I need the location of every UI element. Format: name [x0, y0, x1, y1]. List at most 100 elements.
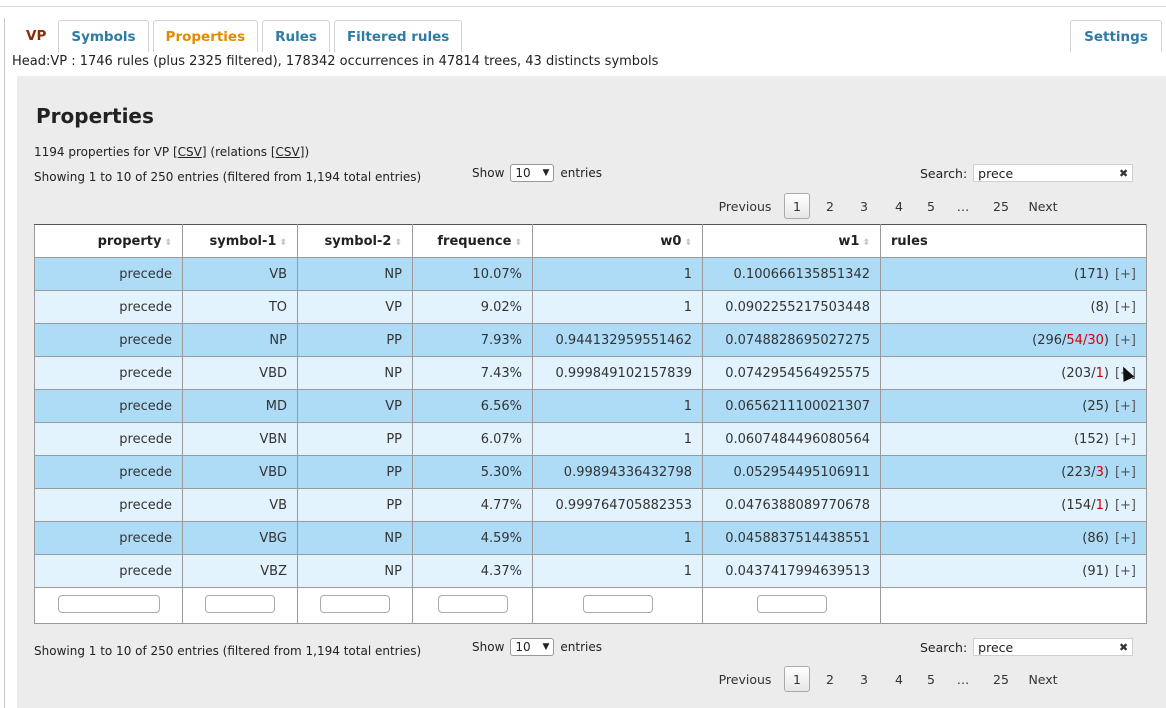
cell-rules: (223/3) [+]: [880, 455, 1147, 489]
cell-symbol-2: PP: [297, 422, 413, 456]
pagination-ellipsis: …: [956, 198, 970, 214]
tab-symbols[interactable]: Symbols: [58, 20, 149, 52]
tab-settings[interactable]: Settings: [1070, 20, 1162, 52]
page-length-value: 10: [515, 640, 531, 654]
next-button[interactable]: Next: [1018, 193, 1068, 219]
col-header-symbol-2[interactable]: symbol-2 ⬍: [297, 224, 413, 258]
cell-w1: 0.0742954564925575: [702, 356, 881, 390]
table-body: precede VB NP 10.07% 1 0.100666135851342 (171)…: [34, 257, 1147, 588]
filter-input-symbol-2[interactable]: [320, 594, 390, 613]
filter-row: [34, 587, 1147, 624]
tab-rules[interactable]: Rules: [262, 20, 330, 52]
expand-rules-link[interactable]: [+]: [1115, 564, 1136, 579]
page-length-select-bottom[interactable]: 10 ▼: [510, 638, 555, 656]
page-button-2[interactable]: 2: [810, 666, 850, 692]
search-input-bottom[interactable]: prece ✖: [973, 638, 1134, 656]
previous-button[interactable]: Previous: [706, 193, 784, 219]
page-button-1[interactable]: 1: [784, 193, 810, 219]
expand-rules-link[interactable]: [+]: [1115, 465, 1136, 480]
clear-icon[interactable]: ✖: [1119, 167, 1128, 180]
cell-symbol-2: VP: [297, 290, 413, 324]
properties-table: property ⬍ symbol-1 ⬍ symbol-2 ⬍ frequence ⬍…: [34, 224, 1147, 624]
expand-rules-link[interactable]: [+]: [1115, 267, 1136, 282]
page-button-4[interactable]: 4: [878, 193, 920, 219]
col-header-label: w1: [838, 233, 860, 249]
filter-input-w1[interactable]: [756, 594, 827, 613]
filter-input-w0[interactable]: [582, 594, 653, 613]
col-header-label: w0: [660, 233, 682, 249]
cell-w0: 0.944132959551462: [532, 323, 703, 357]
expand-rules-link[interactable]: [+]: [1115, 531, 1136, 546]
cell-w0: 1: [532, 422, 703, 456]
tab-properties[interactable]: Properties: [152, 20, 259, 52]
rules-count: 152: [1079, 431, 1104, 447]
cell-symbol-1: VB: [182, 257, 298, 291]
filter-input-symbol-1[interactable]: [205, 594, 275, 613]
col-header-frequence[interactable]: frequence ⬍: [412, 224, 533, 258]
col-header-label: property: [97, 233, 162, 249]
cell-frequence: 6.56%: [412, 389, 533, 423]
cell-property: precede: [34, 521, 183, 555]
cell-frequence: 10.07%: [412, 257, 533, 291]
csv-link[interactable]: CSV: [178, 145, 202, 159]
filter-input-property[interactable]: [57, 594, 160, 613]
cell-property: precede: [34, 422, 183, 456]
cell-property: precede: [34, 257, 183, 291]
page-button-3[interactable]: 3: [850, 193, 878, 219]
table-row: precede VBN PP 6.07% 1 0.0607484496080564 (152…: [34, 422, 1147, 456]
search-input[interactable]: prece ✖: [973, 164, 1134, 182]
col-header-label: rules: [891, 233, 928, 249]
table-row: precede MD VP 6.56% 1 0.0656211100021307 (25)[…: [34, 389, 1147, 423]
cell-symbol-1: VBZ: [182, 554, 298, 588]
cell-symbol-1: NP: [182, 323, 298, 357]
page-button-4[interactable]: 4: [878, 666, 920, 692]
page-title: Properties: [36, 104, 154, 128]
rules-count: 203: [1066, 365, 1092, 381]
top-divider: [0, 6, 1166, 7]
table-info-top: Showing 1 to 10 of 250 entries (filtered…: [34, 170, 422, 184]
tab-vp[interactable]: VP: [18, 20, 55, 52]
cell-w0: 1: [532, 521, 703, 555]
col-header-w0[interactable]: w0 ⬍: [532, 224, 703, 258]
expand-rules-link[interactable]: [+]: [1115, 333, 1136, 348]
cell-rules: (86) [+]: [880, 521, 1147, 555]
clear-icon[interactable]: ✖: [1119, 641, 1128, 654]
col-header-symbol-1[interactable]: symbol-1 ⬍: [182, 224, 298, 258]
page-button-25[interactable]: 25: [984, 666, 1018, 692]
rules-filtered-count: 54/30: [1066, 332, 1104, 348]
page-button-5[interactable]: 5: [920, 666, 942, 692]
page-button-3[interactable]: 3: [850, 666, 878, 692]
previous-button[interactable]: Previous: [706, 666, 784, 692]
cell-symbol-1: VBD: [182, 356, 298, 390]
col-header-w1[interactable]: w1 ⬍: [702, 224, 881, 258]
rules-count: 171: [1079, 266, 1104, 282]
table-row: precede TO VP 9.02% 1 0.0902255217503448 (8) [+…: [34, 290, 1147, 324]
sort-icon: ⬍: [684, 237, 692, 248]
cell-symbol-2: PP: [297, 323, 413, 357]
page-button-2[interactable]: 2: [810, 193, 850, 219]
tab-filtered-rules[interactable]: Filtered rules: [333, 20, 463, 52]
expand-rules-link[interactable]: [+]: [1115, 300, 1136, 315]
page-button-1[interactable]: 1: [784, 666, 810, 692]
page-button-25[interactable]: 25: [984, 193, 1018, 219]
rules-filtered-count: 3: [1095, 464, 1104, 480]
cell-symbol-1: VBG: [182, 521, 298, 555]
expand-rules-link[interactable]: [+]: [1115, 399, 1136, 414]
expand-rules-link[interactable]: [+]: [1115, 498, 1136, 513]
table-row: precede VB PP 4.77% 0.999764705882353 0.04763…: [34, 488, 1147, 522]
expand-rules-link[interactable]: [+]: [1115, 432, 1136, 447]
filter-input-frequence[interactable]: [437, 594, 508, 613]
relations-csv-link[interactable]: CSV: [276, 145, 300, 159]
table-info-bottom: Showing 1 to 10 of 250 entries (filtered…: [34, 644, 422, 658]
rules-count: 25: [1087, 398, 1104, 414]
page-button-5[interactable]: 5: [920, 193, 942, 219]
page-length-select[interactable]: 10 ▼: [510, 164, 555, 182]
filter-cell: [182, 587, 298, 624]
cell-rules: (91) [+]: [880, 554, 1147, 588]
cell-symbol-1: VBD: [182, 455, 298, 489]
search-value: prece: [978, 165, 1014, 181]
rules-paren: ): [1103, 431, 1109, 447]
col-header-property[interactable]: property ⬍: [34, 224, 183, 258]
cell-w0: 0.99894336432798: [532, 455, 703, 489]
next-button[interactable]: Next: [1018, 666, 1068, 692]
